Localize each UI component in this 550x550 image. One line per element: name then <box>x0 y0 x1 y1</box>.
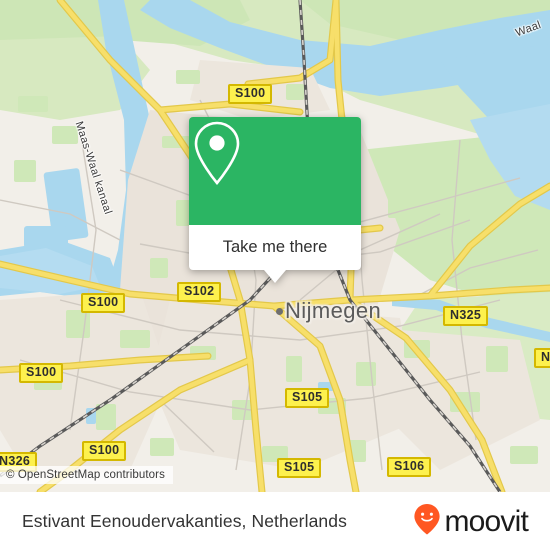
map-attribution[interactable]: © OpenStreetMap contributors <box>0 466 173 484</box>
road-shield: S100 <box>228 84 273 104</box>
destination-popup[interactable]: Take me there <box>189 117 361 283</box>
map-pin-icon <box>194 121 303 207</box>
moovit-map-page: Nijmegen Maas-Waal kanaal Waal S100 S102 S… <box>0 0 550 550</box>
city-marker-dot <box>276 308 283 315</box>
moovit-logo[interactable]: moovit <box>412 502 529 541</box>
road-shield: N3 <box>534 348 550 368</box>
take-me-there-button[interactable]: Take me there <box>189 225 361 270</box>
road-shield: N325 <box>443 306 489 326</box>
road-shield: S100 <box>19 363 64 383</box>
road-shield: S105 <box>277 458 322 478</box>
moovit-pin-smiley-icon <box>412 502 442 541</box>
bottom-bar: Estivant Eenoudervakanties, Netherlands … <box>0 492 550 550</box>
moovit-wordmark: moovit <box>444 504 528 538</box>
popup-header <box>189 117 361 225</box>
road-shield: S100 <box>82 441 127 461</box>
road-shield: S100 <box>81 293 126 313</box>
road-shield: S102 <box>177 282 222 302</box>
popup-pointer <box>264 270 286 283</box>
place-name-label: Estivant Eenoudervakanties, Netherlands <box>22 511 347 531</box>
map-canvas[interactable]: Nijmegen Maas-Waal kanaal Waal S100 S102 S… <box>0 0 550 492</box>
road-shield: S105 <box>285 388 330 408</box>
road-shield: S106 <box>387 457 432 477</box>
